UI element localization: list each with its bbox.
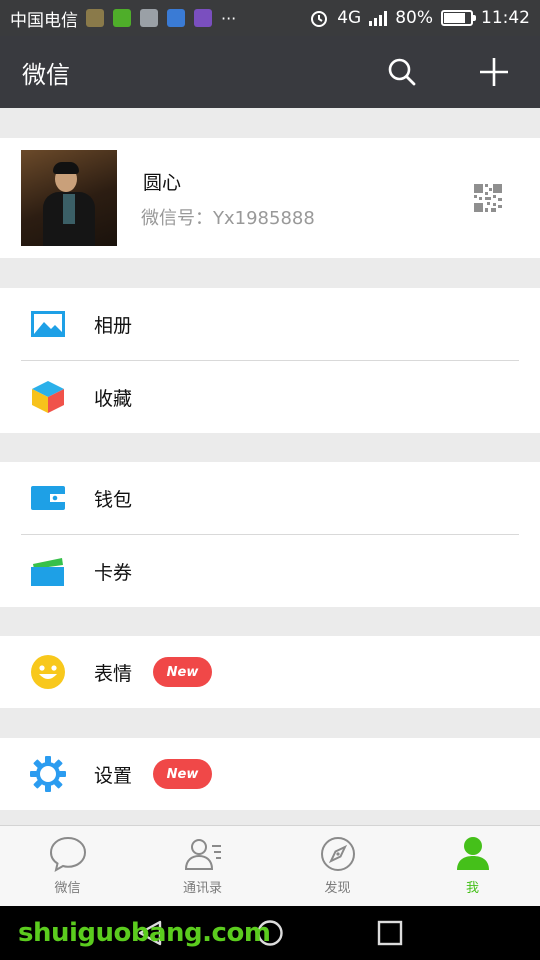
plus-icon (480, 58, 508, 86)
menu-section-settings: 设置 New (0, 738, 540, 810)
menu-item-label: 收藏 (94, 387, 133, 410)
carrier-label: 中国电信 (10, 10, 78, 31)
page-title: 微信 (22, 60, 70, 89)
tab-me[interactable]: 我 (405, 826, 540, 906)
clock: 11:42 (481, 8, 530, 28)
menu-item-stickers[interactable]: 表情 New (0, 636, 540, 708)
contacts-icon (184, 839, 221, 870)
menu-item-favorites[interactable]: 收藏 (0, 361, 540, 433)
menu-item-card-coupon[interactable]: 卡券 (0, 535, 540, 607)
battery-percent: 80% (395, 8, 433, 28)
person-icon (456, 837, 489, 870)
new-badge: New (153, 657, 212, 687)
gear-icon (30, 756, 66, 792)
menu-item-settings[interactable]: 设置 New (0, 738, 540, 810)
wechat-id: 微信号：Yx1985888 (141, 208, 315, 229)
notification-app-icon (140, 9, 158, 27)
menu-item-label: 相册 (94, 314, 133, 337)
menu-section-media: 相册 收藏 (0, 288, 540, 433)
notification-app-icon (194, 9, 212, 27)
profile-card[interactable]: 圆心 微信号：Yx1985888 (0, 138, 540, 258)
tab-label: 我 (465, 881, 479, 896)
avatar (21, 150, 117, 246)
compass-icon (320, 837, 355, 871)
notification-app-icon (86, 9, 104, 27)
tab-label: 发现 (324, 881, 351, 896)
tab-contacts[interactable]: 通讯录 (135, 826, 270, 906)
notification-app-icon (167, 9, 185, 27)
battery-icon (441, 10, 476, 26)
search-button[interactable] (378, 48, 426, 96)
album-icon (31, 311, 65, 337)
menu-item-label: 钱包 (94, 488, 133, 511)
add-button[interactable] (470, 48, 518, 96)
menu-item-album[interactable]: 相册 (0, 288, 540, 360)
menu-section-wallet: 钱包 卡券 (0, 462, 540, 607)
qr-code-icon[interactable] (474, 184, 502, 212)
recents-icon[interactable] (376, 919, 404, 947)
bottom-tab-bar: 微信 通讯录 发现 我 (0, 825, 540, 906)
watermark-logo: shuiguobang.com (18, 918, 271, 948)
network-type: 4G (337, 8, 362, 28)
menu-item-label: 表情 (94, 662, 133, 685)
alarm-icon (311, 11, 328, 27)
tab-label: 通讯录 (182, 881, 222, 896)
wallet-icon (31, 486, 65, 510)
title-bar: 微信 (0, 36, 540, 108)
menu-item-wallet[interactable]: 钱包 (0, 462, 540, 534)
menu-item-label: 卡券 (94, 561, 133, 584)
search-icon (388, 58, 416, 86)
tab-label: 微信 (54, 881, 81, 896)
tab-chats[interactable]: 微信 (0, 826, 135, 906)
status-bar: 中国电信 ··· 4G 80% 11:42 (0, 0, 540, 36)
favorites-cube-icon (32, 381, 64, 413)
new-badge: New (153, 759, 212, 789)
card-coupon-icon (31, 558, 64, 586)
more-notifications-icon: ··· (221, 8, 237, 28)
smiley-icon (31, 655, 65, 689)
chat-bubble-icon (49, 836, 86, 873)
tab-discover[interactable]: 发现 (270, 826, 405, 906)
signal-icon (369, 10, 388, 26)
menu-section-stickers: 表情 New (0, 636, 540, 708)
profile-name: 圆心 (143, 172, 182, 194)
menu-item-label: 设置 (94, 764, 133, 787)
notification-app-icon (113, 9, 131, 27)
